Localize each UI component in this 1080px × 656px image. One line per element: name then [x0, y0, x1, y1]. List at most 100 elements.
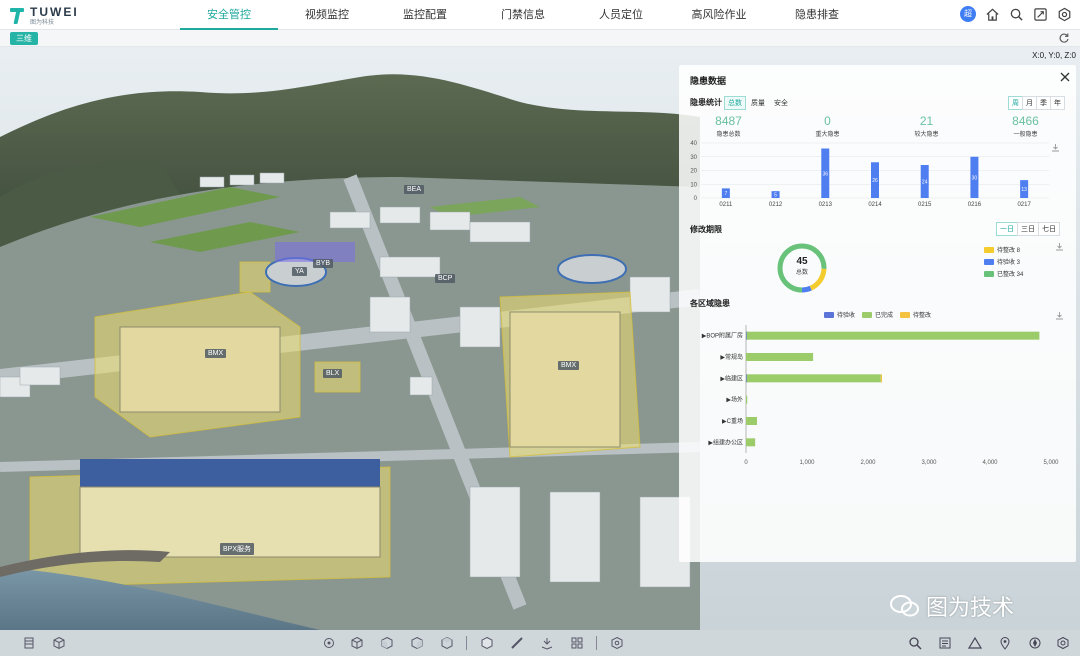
bar-value-label: 13 — [1021, 187, 1027, 193]
main-nav: 安全管控 视频监控 监控配置 门禁信息 人员定位 高风险作业 隐患排查 — [180, 0, 866, 30]
measure-icon[interactable] — [510, 636, 524, 650]
marker-icon[interactable] — [998, 636, 1012, 650]
compass-icon[interactable] — [1028, 636, 1042, 650]
nav-hazard-inspection[interactable]: 隐患排查 — [768, 0, 866, 30]
close-icon[interactable] — [1060, 72, 1070, 82]
legend-swatch — [984, 246, 994, 253]
building-label[interactable]: BEA — [404, 185, 425, 194]
stat-value: 21 — [919, 114, 934, 128]
avatar-icon[interactable]: 超 — [960, 6, 976, 22]
stat-value: 0 — [824, 114, 831, 128]
grid-icon[interactable] — [570, 636, 584, 650]
x-tick-label: 1,000 — [799, 460, 815, 466]
legend-swatch — [824, 311, 834, 318]
locate-icon[interactable] — [322, 636, 336, 650]
download-icon[interactable] — [1055, 311, 1064, 320]
x-tick-label: 0214 — [868, 202, 882, 208]
nav-access-control[interactable]: 门禁信息 — [474, 0, 572, 30]
cube-icon[interactable] — [52, 636, 66, 650]
notes-icon[interactable] — [938, 636, 952, 650]
legend-label: 待验收 3 — [997, 260, 1021, 266]
legend-pending-accept: 待验收 3 — [984, 257, 1020, 266]
legend-done: 已完成 — [862, 310, 893, 319]
x-tick-label: 0216 — [968, 202, 982, 208]
solid-cube-icon[interactable] — [480, 636, 494, 650]
watermark: 图为技术 — [890, 590, 1014, 622]
box-view-icon[interactable] — [350, 636, 364, 650]
tab-quality[interactable]: 质量 — [747, 96, 769, 110]
bar-value-label: 5 — [774, 193, 777, 199]
download-icon[interactable] — [1055, 242, 1064, 251]
x-tick-label: 0211 — [719, 202, 733, 208]
category-label: ▶常规岛 — [720, 353, 743, 361]
legend-swatch — [984, 270, 994, 277]
legend-label: 待整改 — [913, 313, 932, 319]
settings-icon[interactable] — [1056, 636, 1070, 650]
legend-pending-rectify: 待整改 8 — [984, 245, 1020, 254]
rectify-deadline-title: 修改期限 — [690, 225, 722, 234]
bar-segment — [880, 374, 883, 383]
x-tick-label: 0215 — [918, 202, 932, 208]
period-year[interactable]: 年 — [1050, 96, 1065, 110]
x-tick-label: 0 — [744, 460, 748, 466]
legend-accept: 待验收 — [824, 310, 855, 319]
box-top-icon[interactable] — [440, 636, 454, 650]
legend-label: 已完成 — [875, 313, 894, 319]
stats-period-selector: 周 月 季 年 — [1008, 96, 1065, 110]
box-side-icon[interactable] — [410, 636, 424, 650]
layers-icon[interactable] — [22, 636, 36, 650]
building-label[interactable]: BMX — [558, 361, 580, 370]
toolbar-divider — [596, 636, 597, 650]
bar-segment — [746, 395, 748, 404]
period-one-day[interactable]: 一日 — [996, 222, 1018, 236]
app-logo[interactable]: TUWEI 图为科技 — [10, 5, 79, 27]
category-label: ▶BOP附属厂房 — [702, 332, 743, 340]
y-tick-label: 30 — [690, 155, 697, 161]
legend-swatch — [984, 258, 994, 265]
stat-significant: 21 较大隐患 — [877, 114, 976, 138]
category-label: ▶场外 — [726, 396, 743, 404]
refresh-icon[interactable] — [1058, 32, 1070, 44]
terrain-icon[interactable] — [540, 636, 554, 650]
building-label[interactable]: BCP — [435, 274, 456, 283]
search-icon[interactable] — [908, 636, 922, 650]
tab-safety[interactable]: 安全 — [770, 96, 792, 110]
nav-personnel-location[interactable]: 人员定位 — [572, 0, 670, 30]
period-week[interactable]: 周 — [1008, 96, 1023, 110]
building-label[interactable]: BPX服务 — [220, 543, 255, 555]
home-icon[interactable] — [984, 6, 1000, 22]
hex-icon[interactable] — [610, 636, 624, 650]
y-tick-label: 40 — [690, 141, 697, 147]
nav-monitor-config[interactable]: 监控配置 — [376, 0, 474, 30]
logo-name: TUWEI — [30, 5, 79, 19]
box-front-icon[interactable] — [380, 636, 394, 650]
search-icon[interactable] — [1008, 6, 1024, 22]
nav-video-monitor[interactable]: 视频监控 — [278, 0, 376, 30]
stat-value: 8487 — [715, 114, 742, 128]
y-tick-label: 10 — [690, 182, 697, 188]
building-label[interactable]: YA — [292, 267, 307, 276]
view-toolbar: 三维 — [0, 30, 1080, 47]
building-label[interactable]: BYB — [313, 259, 334, 268]
period-three-days[interactable]: 三日 — [1017, 222, 1039, 236]
legend-rectified: 已整改 34 — [984, 269, 1023, 278]
hazard-stats-row: 8487 隐患总数 0 重大隐患 21 较大隐患 8466 一般隐患 — [679, 114, 1076, 138]
triangle-icon[interactable] — [967, 636, 983, 650]
legend-swatch — [862, 311, 872, 318]
period-month[interactable]: 月 — [1022, 96, 1037, 110]
hazard-stats-title: 隐患统计 — [690, 98, 722, 107]
fullscreen-icon[interactable] — [1032, 6, 1048, 22]
bar-segment — [746, 438, 756, 447]
settings-icon[interactable] — [1056, 6, 1072, 22]
nav-high-risk-work[interactable]: 高风险作业 — [670, 0, 768, 30]
building-label[interactable]: BLX — [323, 369, 343, 378]
building-label[interactable]: BMX — [205, 349, 227, 358]
stat-general: 8466 一般隐患 — [976, 114, 1075, 138]
3d-view-button[interactable]: 三维 — [10, 32, 38, 45]
x-tick-label: 4,000 — [982, 460, 998, 466]
tab-total[interactable]: 总数 — [724, 96, 746, 110]
period-seven-days[interactable]: 七日 — [1038, 222, 1060, 236]
nav-safety-control[interactable]: 安全管控 — [180, 0, 278, 30]
period-quarter[interactable]: 季 — [1036, 96, 1051, 110]
legend-label: 待验收 — [837, 313, 856, 319]
